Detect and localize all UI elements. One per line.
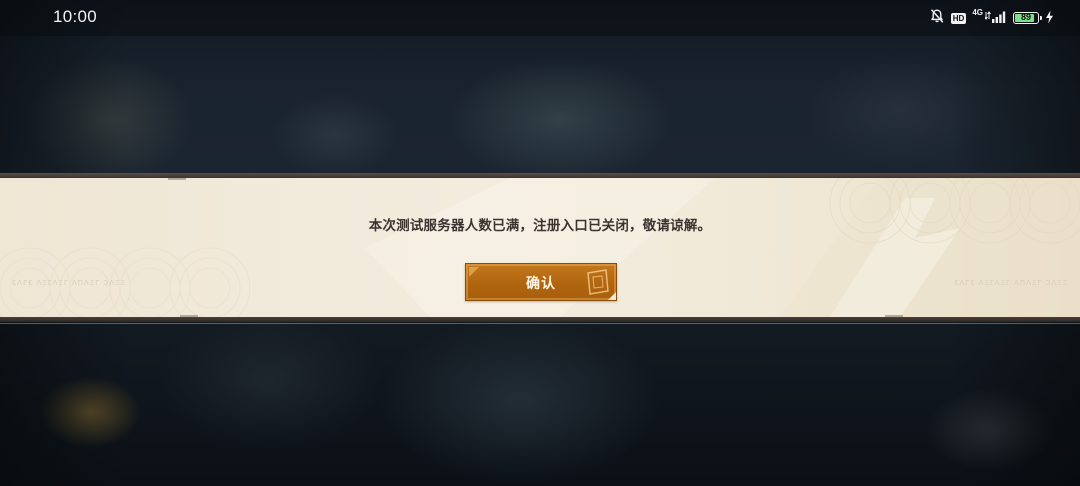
charging-icon <box>1045 9 1054 28</box>
game-screen: 10:00 HD 4G 89 ƐΛΓƐ ΛΞΓΛΞΓ ΛΠΛΞΓ ƆΛΞΞ ƐΛ… <box>0 0 1080 486</box>
dialog-underline <box>0 323 1080 324</box>
signal-4g-icon <box>984 9 1007 28</box>
bell-muted-icon <box>929 8 945 28</box>
decorative-script-left: ƐΛΓƐ ΛΞΓΛΞΓ ΛΠΛΞΓ ƆΛΞΞ <box>12 279 126 287</box>
status-bar: 10:00 HD 4G 89 <box>0 0 1080 36</box>
dialog-panel: ƐΛΓƐ ΛΞΓΛΞΓ ΛΠΛΞΓ ƆΛΞΞ ƐΛΓƐ ΛΞΓΛΞΓ ΛΠΛΞΓ… <box>0 178 1080 317</box>
status-clock: 10:00 <box>53 7 98 26</box>
dialog-message: 本次测试服务器人数已满，注册入口已关闭，敬请谅解。 <box>368 218 712 234</box>
status-icons: HD 4G 89 <box>929 8 1054 28</box>
confirm-button[interactable]: 确认 <box>465 263 617 301</box>
notice-dialog: ƐΛΓƐ ΛΞΓΛΞΓ ΛΠΛΞΓ ƆΛΞΞ ƐΛΓƐ ΛΞΓΛΞΓ ΛΠΛΞΓ… <box>0 173 1080 325</box>
battery-cap <box>1040 16 1042 20</box>
battery-level: 89 <box>1020 12 1031 22</box>
button-emblem-icon <box>587 269 609 295</box>
network-type-label: 4G <box>972 8 983 17</box>
battery-icon: 89 <box>1013 12 1042 24</box>
hd-icon: HD <box>950 12 967 24</box>
dialog-bottom-border <box>0 317 1080 322</box>
decorative-script-right: ƐΛΓƐ ΛΞΓΛΞΓ ΛΠΛΞΓ ƆΛΞΞ <box>954 279 1068 287</box>
